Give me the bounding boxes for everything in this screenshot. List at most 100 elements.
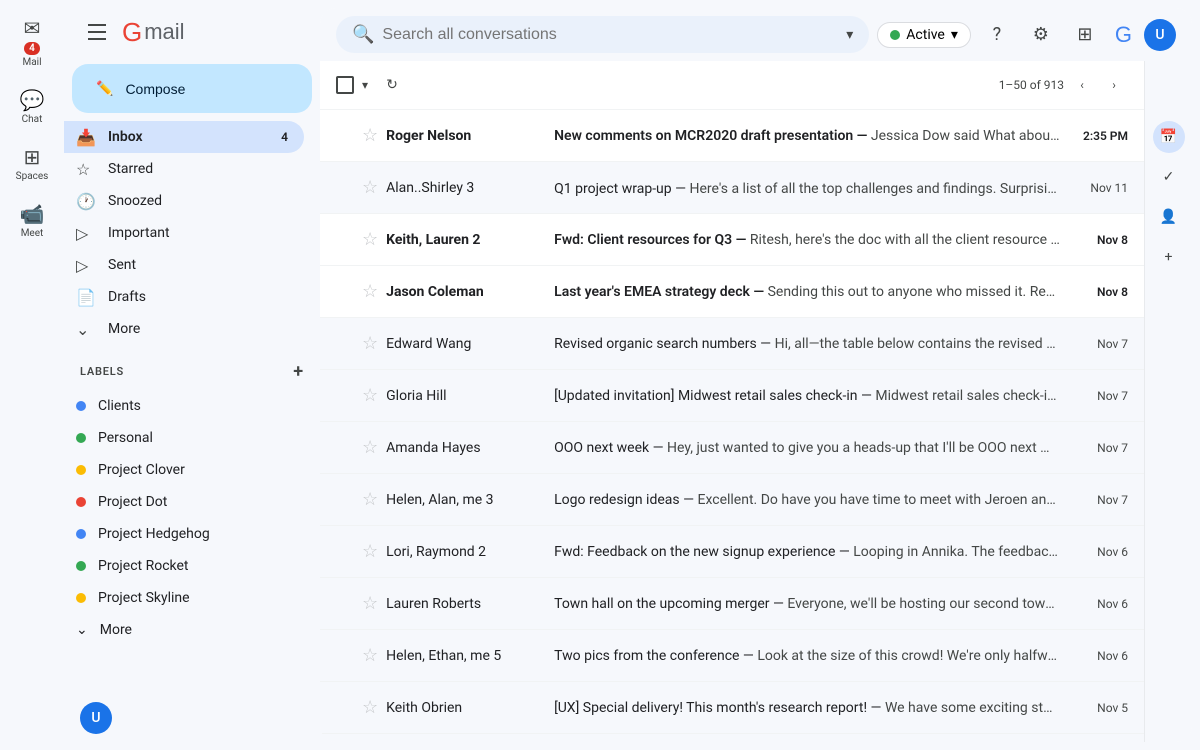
- star-icon[interactable]: ☆: [362, 177, 378, 198]
- select-dropdown-icon[interactable]: ▾: [362, 78, 368, 92]
- search-input[interactable]: [382, 26, 838, 44]
- project-clover-label: Project Clover: [98, 462, 185, 478]
- star-icon[interactable]: ☆: [362, 645, 378, 666]
- project-rocket-dot: [76, 561, 86, 571]
- sender-name: Amanda Hayes: [386, 440, 546, 456]
- sidebar-item-more[interactable]: ⌄ More: [64, 313, 304, 345]
- add-label-icon[interactable]: +: [293, 361, 304, 382]
- google-logo: G: [1115, 22, 1132, 48]
- spaces-nav-icon[interactable]: ⊞ Spaces: [4, 137, 60, 190]
- active-label: Active: [906, 27, 945, 43]
- apps-button[interactable]: ⊞: [1067, 17, 1103, 53]
- sidebar-item-drafts[interactable]: 📄 Drafts: [64, 281, 304, 313]
- star-icon[interactable]: ☆: [362, 229, 378, 250]
- sidebar-item-snoozed[interactable]: 🕐 Snoozed: [64, 185, 304, 217]
- email-row[interactable]: ☆ Gloria Hill [Updated invitation] Midwe…: [320, 370, 1144, 422]
- right-panel-tasks-icon[interactable]: ✓: [1153, 161, 1185, 193]
- meet-nav-icon[interactable]: 📹 Meet: [4, 194, 60, 247]
- right-panel-contacts-icon[interactable]: 👤: [1153, 201, 1185, 233]
- search-input-wrapper[interactable]: 🔍 ▾: [336, 16, 869, 53]
- mail-nav-icon[interactable]: ✉ 4 Mail: [4, 8, 60, 76]
- sender-name: Roger Nelson: [386, 128, 546, 144]
- star-icon[interactable]: ☆: [362, 489, 378, 510]
- email-row[interactable]: ☆ Lori, Raymond 2 Fwd: Feedback on the n…: [320, 526, 1144, 578]
- email-row[interactable]: ☆ Jason, Susan, me 4 Re: Project Skyligh…: [320, 734, 1144, 742]
- sender-name: Gloria Hill: [386, 388, 546, 404]
- active-status-badge[interactable]: Active ▾: [877, 22, 971, 48]
- star-icon[interactable]: ☆: [362, 437, 378, 458]
- next-page-button[interactable]: ›: [1100, 71, 1128, 99]
- email-date: Nov 6: [1068, 545, 1128, 559]
- label-project-hedgehog[interactable]: Project Hedgehog: [64, 518, 304, 550]
- help-button[interactable]: ?: [979, 17, 1015, 53]
- settings-button[interactable]: ⚙: [1023, 17, 1059, 53]
- hamburger-line: [88, 31, 106, 33]
- email-row[interactable]: ☆ Keith Obrien [UX] Special delivery! Th…: [320, 682, 1144, 734]
- email-row[interactable]: ☆ Amanda Hayes OOO next week — Hey, just…: [320, 422, 1144, 474]
- star-icon[interactable]: ☆: [362, 333, 378, 354]
- label-project-skyline[interactable]: Project Skyline: [64, 582, 304, 614]
- right-panel-calendar-icon[interactable]: 📅: [1153, 121, 1185, 153]
- prev-page-button[interactable]: ‹: [1068, 71, 1096, 99]
- email-content: Logo redesign ideas — Excellent. Do have…: [554, 492, 1060, 508]
- email-date: Nov 11: [1068, 181, 1128, 195]
- user-avatar-bottom[interactable]: U: [80, 702, 112, 734]
- sidebar-item-important[interactable]: ▷ Important: [64, 217, 304, 249]
- search-icon: 🔍: [352, 24, 374, 45]
- star-icon[interactable]: ☆: [362, 385, 378, 406]
- star-icon[interactable]: ☆: [362, 593, 378, 614]
- pagination: 1–50 of 913 ‹ ›: [999, 71, 1128, 99]
- email-subject: Last year's EMEA strategy deck —: [554, 284, 767, 300]
- email-subject: Two pics from the conference —: [554, 648, 757, 664]
- more-labels-label: More: [100, 622, 132, 638]
- more-nav-icon: ⌄: [76, 320, 96, 339]
- search-dropdown-icon[interactable]: ▾: [846, 27, 853, 43]
- sender-name: Keith, Lauren 2: [386, 232, 546, 248]
- email-preview: Hi, all—the table below contains the rev…: [775, 336, 1060, 352]
- gmail-logo: G mail: [122, 17, 185, 48]
- sender-name: Helen, Alan, me 3: [386, 492, 546, 508]
- labels-header: LABELS +: [64, 353, 320, 390]
- email-row[interactable]: ☆ Roger Nelson New comments on MCR2020 d…: [320, 110, 1144, 162]
- chat-nav-icon[interactable]: 💬 Chat: [4, 80, 60, 133]
- sidebar-item-inbox[interactable]: 📥 Inbox 4: [64, 121, 304, 153]
- email-subject: OOO next week —: [554, 440, 667, 456]
- star-icon[interactable]: ☆: [362, 281, 378, 302]
- personal-dot: [76, 433, 86, 443]
- compose-button[interactable]: ✏️ Compose: [72, 64, 312, 113]
- right-panel-add-icon[interactable]: +: [1153, 241, 1185, 273]
- email-row[interactable]: ☆ Helen, Alan, me 3 Logo redesign ideas …: [320, 474, 1144, 526]
- email-date: Nov 7: [1068, 337, 1128, 351]
- email-row[interactable]: ☆ Lauren Roberts Town hall on the upcomi…: [320, 578, 1144, 630]
- label-project-clover[interactable]: Project Clover: [64, 454, 304, 486]
- sidebar-item-starred[interactable]: ☆ Starred: [64, 153, 304, 185]
- refresh-button[interactable]: ↻: [376, 69, 408, 101]
- sender-name: Alan..Shirley 3: [386, 180, 546, 196]
- sent-label: Sent: [108, 257, 136, 273]
- label-personal[interactable]: Personal: [64, 422, 304, 454]
- label-project-dot[interactable]: Project Dot: [64, 486, 304, 518]
- sidebar-item-sent[interactable]: ▷ Sent: [64, 249, 304, 281]
- label-clients[interactable]: Clients: [64, 390, 304, 422]
- star-icon[interactable]: ☆: [362, 541, 378, 562]
- email-row[interactable]: ☆ Alan..Shirley 3 Q1 project wrap-up — H…: [320, 162, 1144, 214]
- more-labels[interactable]: ⌄ More: [64, 614, 304, 646]
- email-preview: Here's a list of all the top challenges …: [690, 181, 1059, 197]
- star-icon[interactable]: ☆: [362, 125, 378, 146]
- project-skyline-label: Project Skyline: [98, 590, 190, 606]
- email-row[interactable]: ☆ Jason Coleman Last year's EMEA strateg…: [320, 266, 1144, 318]
- email-date: 2:35 PM: [1068, 129, 1128, 143]
- email-preview: Jessica Dow said What about Eva...: [871, 128, 1060, 144]
- select-all-checkbox[interactable]: [336, 76, 354, 94]
- hamburger-menu[interactable]: [80, 16, 114, 48]
- email-row[interactable]: ☆ Helen, Ethan, me 5 Two pics from the c…: [320, 630, 1144, 682]
- email-subject: Town hall on the upcoming merger —: [554, 596, 787, 612]
- email-row[interactable]: ☆ Edward Wang Revised organic search num…: [320, 318, 1144, 370]
- email-date: Nov 6: [1068, 597, 1128, 611]
- email-subject: Revised organic search numbers —: [554, 336, 774, 352]
- user-avatar[interactable]: U: [1144, 19, 1176, 51]
- sender-name: Lori, Raymond 2: [386, 544, 546, 560]
- email-row[interactable]: ☆ Keith, Lauren 2 Fwd: Client resources …: [320, 214, 1144, 266]
- label-project-rocket[interactable]: Project Rocket: [64, 550, 304, 582]
- star-icon[interactable]: ☆: [362, 697, 378, 718]
